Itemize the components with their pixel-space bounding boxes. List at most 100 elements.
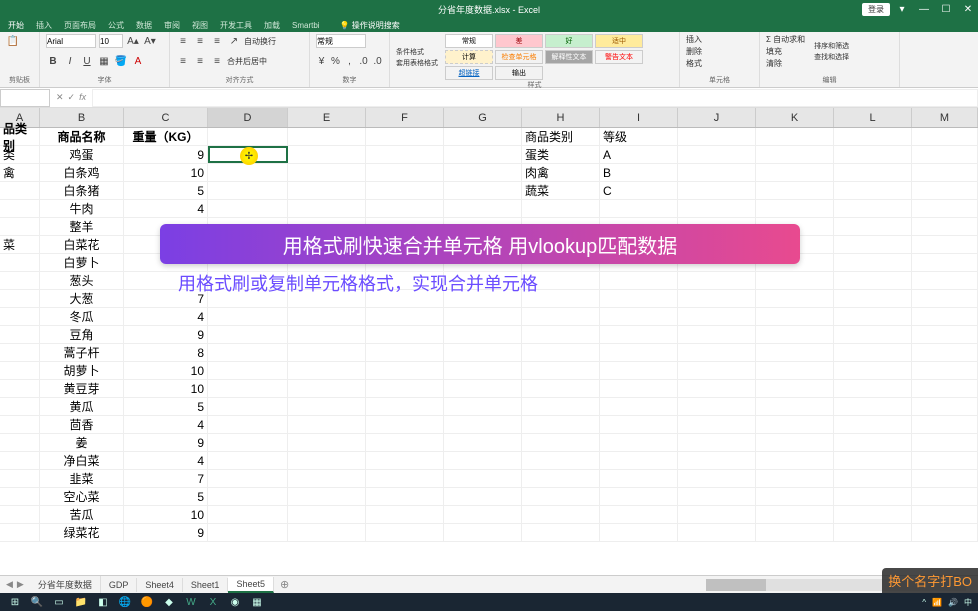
cell[interactable] xyxy=(522,416,600,433)
cell[interactable] xyxy=(208,470,288,487)
cell[interactable]: 葱头 xyxy=(40,272,124,289)
align-mid-icon[interactable]: ≡ xyxy=(193,34,207,48)
tab-smartbi[interactable]: Smartbi xyxy=(292,21,320,30)
find-select-button[interactable]: 查找和选择 xyxy=(814,52,849,62)
cell[interactable]: 大葱 xyxy=(40,290,124,307)
sheet-tab-4[interactable]: Sheet5 xyxy=(228,577,274,593)
cell[interactable] xyxy=(0,398,40,415)
cell[interactable] xyxy=(756,362,834,379)
cell[interactable] xyxy=(600,200,678,217)
col-header-f[interactable]: F xyxy=(366,108,444,127)
enter-formula-icon[interactable]: ✓ xyxy=(68,92,76,103)
cell[interactable] xyxy=(444,200,522,217)
cell[interactable] xyxy=(600,506,678,523)
tray-volume-icon[interactable]: 🔊 xyxy=(948,598,958,607)
col-header-l[interactable]: L xyxy=(834,108,912,127)
cell[interactable] xyxy=(366,182,444,199)
cell[interactable] xyxy=(444,434,522,451)
cell[interactable] xyxy=(522,200,600,217)
cell[interactable]: 豆角 xyxy=(40,326,124,343)
table-row[interactable]: 品类别商品名称重量（KG）商品类别等级 xyxy=(0,128,978,146)
sheet-tab-0[interactable]: 分省年度数据 xyxy=(30,576,101,593)
start-icon[interactable]: ⊞ xyxy=(6,595,24,609)
cell[interactable] xyxy=(366,362,444,379)
cell[interactable] xyxy=(366,326,444,343)
style-normal[interactable]: 常规 xyxy=(445,34,493,48)
cell[interactable] xyxy=(912,146,978,163)
cell[interactable] xyxy=(444,398,522,415)
cell[interactable]: 5 xyxy=(124,182,208,199)
cell[interactable] xyxy=(208,398,288,415)
col-header-b[interactable]: B xyxy=(40,108,124,127)
cell[interactable] xyxy=(678,290,756,307)
cell[interactable] xyxy=(444,416,522,433)
cell[interactable] xyxy=(0,362,40,379)
cell[interactable] xyxy=(678,380,756,397)
cell[interactable] xyxy=(0,416,40,433)
cell[interactable] xyxy=(522,380,600,397)
cell[interactable] xyxy=(288,524,366,541)
cell[interactable] xyxy=(522,344,600,361)
table-row[interactable]: 胡萝卜10 xyxy=(0,362,978,380)
tab-home[interactable]: 开始 xyxy=(8,20,24,31)
cell[interactable] xyxy=(756,488,834,505)
cell[interactable] xyxy=(288,128,366,145)
cell[interactable] xyxy=(522,452,600,469)
percent-icon[interactable]: % xyxy=(330,55,341,69)
col-header-k[interactable]: K xyxy=(756,108,834,127)
cell[interactable] xyxy=(678,344,756,361)
cell[interactable] xyxy=(288,416,366,433)
cell[interactable] xyxy=(912,470,978,487)
cell[interactable] xyxy=(756,398,834,415)
cell[interactable]: 苦瓜 xyxy=(40,506,124,523)
comma-icon[interactable]: , xyxy=(344,55,355,69)
cell[interactable] xyxy=(0,290,40,307)
explorer-icon[interactable]: 📁 xyxy=(72,595,90,609)
cell[interactable] xyxy=(678,146,756,163)
tab-formulas[interactable]: 公式 xyxy=(108,20,124,31)
style-warn[interactable]: 警告文本 xyxy=(595,50,643,64)
cell[interactable]: 牛肉 xyxy=(40,200,124,217)
style-link[interactable]: 超链接 xyxy=(445,66,493,80)
table-row[interactable]: 净白菜4 xyxy=(0,452,978,470)
task-view-icon[interactable]: ▭ xyxy=(50,595,68,609)
cell[interactable]: 净白菜 xyxy=(40,452,124,469)
cell[interactable] xyxy=(444,362,522,379)
cell[interactable] xyxy=(444,452,522,469)
cell[interactable] xyxy=(756,506,834,523)
cell[interactable] xyxy=(208,506,288,523)
cell[interactable]: 商品类别 xyxy=(522,128,600,145)
cell[interactable] xyxy=(0,200,40,217)
cell[interactable] xyxy=(912,362,978,379)
cell[interactable]: 9 xyxy=(124,434,208,451)
cell[interactable] xyxy=(366,164,444,181)
tray-ime-icon[interactable]: 中 xyxy=(964,597,972,608)
cell[interactable] xyxy=(366,452,444,469)
worksheet-grid[interactable]: A B C D E F G H I J K L M 品类别商品名称重量（KG）商… xyxy=(0,108,978,576)
style-good[interactable]: 好 xyxy=(545,34,593,48)
cell[interactable]: 等级 xyxy=(600,128,678,145)
cell[interactable] xyxy=(600,398,678,415)
cell[interactable] xyxy=(756,182,834,199)
border-icon[interactable]: ▦ xyxy=(97,55,111,69)
col-header-d[interactable]: D xyxy=(208,108,288,127)
cell[interactable]: 蔬菜 xyxy=(522,182,600,199)
cell[interactable] xyxy=(288,506,366,523)
cell-styles-gallery[interactable]: 常规 差 好 适中 计算 检查单元格 解释性文本 警告文本 超链接 输出 xyxy=(445,34,655,80)
cell[interactable] xyxy=(444,326,522,343)
tab-review[interactable]: 审阅 xyxy=(164,20,180,31)
cell[interactable] xyxy=(912,272,978,289)
cell[interactable] xyxy=(208,182,288,199)
cell[interactable] xyxy=(600,488,678,505)
cell[interactable] xyxy=(444,524,522,541)
cell[interactable] xyxy=(912,236,978,253)
tray-up-icon[interactable]: ^ xyxy=(922,598,926,607)
table-row[interactable]: 苦瓜10 xyxy=(0,506,978,524)
cell[interactable] xyxy=(444,380,522,397)
login-button[interactable]: 登录 xyxy=(862,3,890,16)
cell[interactable] xyxy=(288,164,366,181)
cell[interactable] xyxy=(678,416,756,433)
cell[interactable] xyxy=(678,488,756,505)
cell[interactable] xyxy=(288,200,366,217)
cell[interactable] xyxy=(288,398,366,415)
